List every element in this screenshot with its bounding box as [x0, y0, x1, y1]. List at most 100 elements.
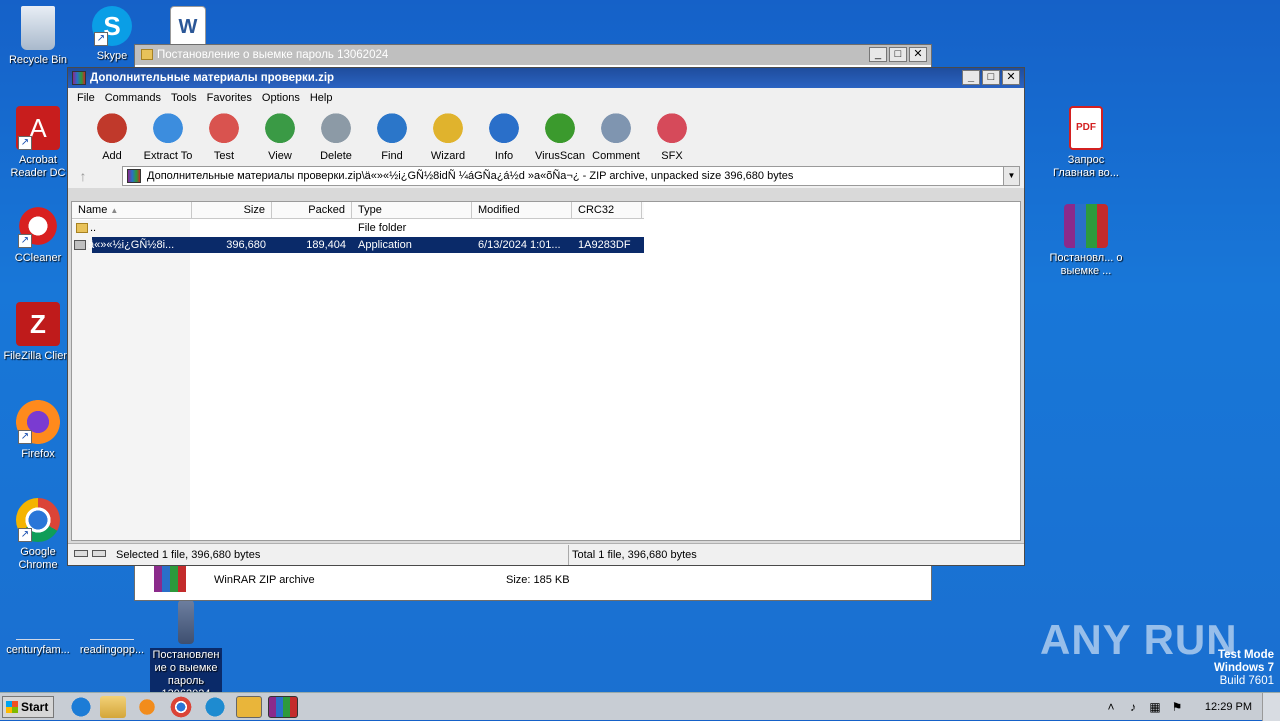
file-list[interactable]: Name ▲ Size Packed Type Modified CRC32 .…: [71, 201, 1021, 541]
explorer-taskbar-icon[interactable]: [100, 696, 126, 718]
find-icon: [374, 112, 410, 148]
test-mode-label: Test Mode Windows 7 Build 7601: [1214, 649, 1274, 687]
virusscan-icon: [542, 112, 578, 148]
rar-archive-icon: [154, 566, 186, 592]
col-type[interactable]: Type: [352, 202, 472, 219]
network-icon[interactable]: ▦: [1148, 700, 1162, 714]
clock[interactable]: 12:29 PM: [1205, 701, 1252, 713]
address-bar: ↑ Дополнительные материалы проверки.zip\…: [68, 164, 1024, 188]
ccleaner-icon: ↗: [16, 204, 60, 248]
reading-file-icon: [90, 618, 134, 640]
winrar-titlebar[interactable]: Дополнительные материалы проверки.zip _ …: [68, 68, 1024, 88]
century-file-icon: [16, 618, 60, 640]
extract-button[interactable]: Extract To: [140, 112, 196, 162]
menu-tools[interactable]: Tools: [166, 92, 202, 104]
recycle-bin-icon: [21, 6, 55, 50]
desktop-icon-firefox[interactable]: ↗ Firefox: [0, 400, 76, 461]
table-row-parent[interactable]: .. File folder: [72, 220, 644, 236]
desktop-icon-acrobat[interactable]: A ↗ Acrobat Reader DC: [0, 106, 76, 180]
chevron-up-icon[interactable]: ˄: [1104, 700, 1118, 714]
menu-file[interactable]: File: [72, 92, 100, 104]
wizard-button[interactable]: Wizard: [420, 112, 476, 162]
maximize-button[interactable]: □: [889, 47, 907, 62]
ie-taskbar-icon[interactable]: [68, 696, 94, 718]
up-arrow-icon[interactable]: ↑: [68, 168, 98, 184]
rar-file-icon: [1064, 204, 1108, 248]
application-icon: [74, 240, 86, 251]
zip-archive-icon: [127, 169, 141, 183]
toolbar: Add Extract To Test View Delete Find Wizard Inf…: [68, 108, 1024, 164]
filezilla-icon: Z: [16, 302, 60, 346]
comment-icon: [598, 112, 634, 148]
close-button[interactable]: ✕: [1002, 70, 1020, 85]
add-button[interactable]: Add: [84, 112, 140, 162]
maximize-button[interactable]: □: [982, 70, 1000, 85]
chrome-taskbar-icon[interactable]: [168, 696, 194, 718]
col-size[interactable]: Size: [192, 202, 272, 219]
folder-icon: [141, 49, 153, 60]
status-bar: Selected 1 file, 396,680 bytes Total 1 f…: [68, 543, 1024, 565]
col-name[interactable]: Name ▲: [72, 202, 192, 219]
column-header: Name ▲ Size Packed Type Modified CRC32: [72, 202, 644, 219]
test-button[interactable]: Test: [196, 112, 252, 162]
find-button[interactable]: Find: [364, 112, 420, 162]
col-crc32[interactable]: CRC32: [572, 202, 642, 219]
sfx-button[interactable]: SFX: [644, 112, 700, 162]
address-field[interactable]: Дополнительные материалы проверки.zip\ä«…: [122, 166, 1020, 186]
folder-icon: [76, 223, 88, 234]
winrar-taskbar-icon[interactable]: [268, 696, 298, 718]
windows-logo-icon: [6, 701, 18, 713]
virusscan-button[interactable]: VirusScan: [532, 112, 588, 162]
desktop-icon-chrome[interactable]: ↗ Google Chrome: [0, 498, 76, 572]
desktop-icon-recycle-bin[interactable]: Recycle Bin: [0, 6, 76, 67]
start-button[interactable]: Start: [2, 696, 54, 718]
desktop-icon-reading[interactable]: readingopp...: [74, 618, 150, 657]
col-modified[interactable]: Modified: [472, 202, 572, 219]
chevron-down-icon[interactable]: ▼: [1003, 167, 1019, 185]
desktop-icon-century[interactable]: centuryfam...: [0, 618, 76, 657]
minimize-button[interactable]: _: [869, 47, 887, 62]
info-button[interactable]: Info: [476, 112, 532, 162]
close-button[interactable]: ✕: [909, 47, 927, 62]
volume-icon[interactable]: ♪: [1126, 700, 1140, 714]
winrar-window[interactable]: Дополнительные материалы проверки.zip _ …: [67, 67, 1025, 566]
firefox-icon: ↗: [16, 400, 60, 444]
drive-icon[interactable]: [74, 550, 88, 557]
taskbar: Start ˄ ♪ ▦ ⚑ 12:29 PM: [0, 692, 1280, 721]
pdf-file-icon: PDF: [1069, 106, 1103, 150]
desktop-icon-selected-zip[interactable]: Постановлен ие о выемке пароль 13062024: [150, 600, 222, 692]
desktop-icon-filezilla[interactable]: Z FileZilla Client: [0, 302, 76, 363]
system-tray: ˄ ♪ ▦ ⚑ 12:29 PM: [1104, 693, 1280, 721]
winrar-icon: [72, 71, 86, 85]
table-row-selected[interactable]: ä«»«½i¿GÑ½8i... 396,680 189,404 Applicat…: [74, 237, 644, 253]
selected-zip-desktop-icon: [178, 600, 194, 644]
minimize-button[interactable]: _: [962, 70, 980, 85]
test-icon: [206, 112, 242, 148]
media-player-taskbar-icon[interactable]: [134, 696, 160, 718]
chrome-icon: ↗: [16, 498, 60, 542]
back-window-titlebar[interactable]: Постановление о выемке пароль 13062024 _…: [135, 45, 931, 65]
desktop-icon-rar[interactable]: Постановл... о выемке ...: [1048, 204, 1124, 278]
menu-options[interactable]: Options: [257, 92, 305, 104]
view-button[interactable]: View: [252, 112, 308, 162]
anyrun-watermark: ANY RUN: [1040, 616, 1238, 663]
menu-favorites[interactable]: Favorites: [202, 92, 257, 104]
menu-help[interactable]: Help: [305, 92, 338, 104]
desktop-icon-ccleaner[interactable]: ↗ CCleaner: [0, 204, 76, 265]
col-packed[interactable]: Packed: [272, 202, 352, 219]
menu-commands[interactable]: Commands: [100, 92, 166, 104]
acrobat-icon: A ↗: [16, 106, 60, 150]
delete-icon: [318, 112, 354, 148]
flag-icon[interactable]: ⚑: [1170, 700, 1184, 714]
skype-icon: S ↗: [92, 6, 132, 46]
edge-taskbar-icon[interactable]: [202, 696, 228, 718]
desktop-icon-pdf[interactable]: PDF Запрос Главная во...: [1048, 106, 1124, 180]
show-desktop-button[interactable]: [1262, 693, 1280, 721]
key-icon[interactable]: [92, 550, 106, 557]
delete-button[interactable]: Delete: [308, 112, 364, 162]
comment-button[interactable]: Comment: [588, 112, 644, 162]
outlook-taskbar-icon[interactable]: [236, 696, 262, 718]
sort-arrow-icon: ▲: [110, 206, 119, 215]
extract-icon: [150, 112, 186, 148]
back-window-details: WinRAR ZIP archive Size: 185 KB: [154, 566, 924, 596]
